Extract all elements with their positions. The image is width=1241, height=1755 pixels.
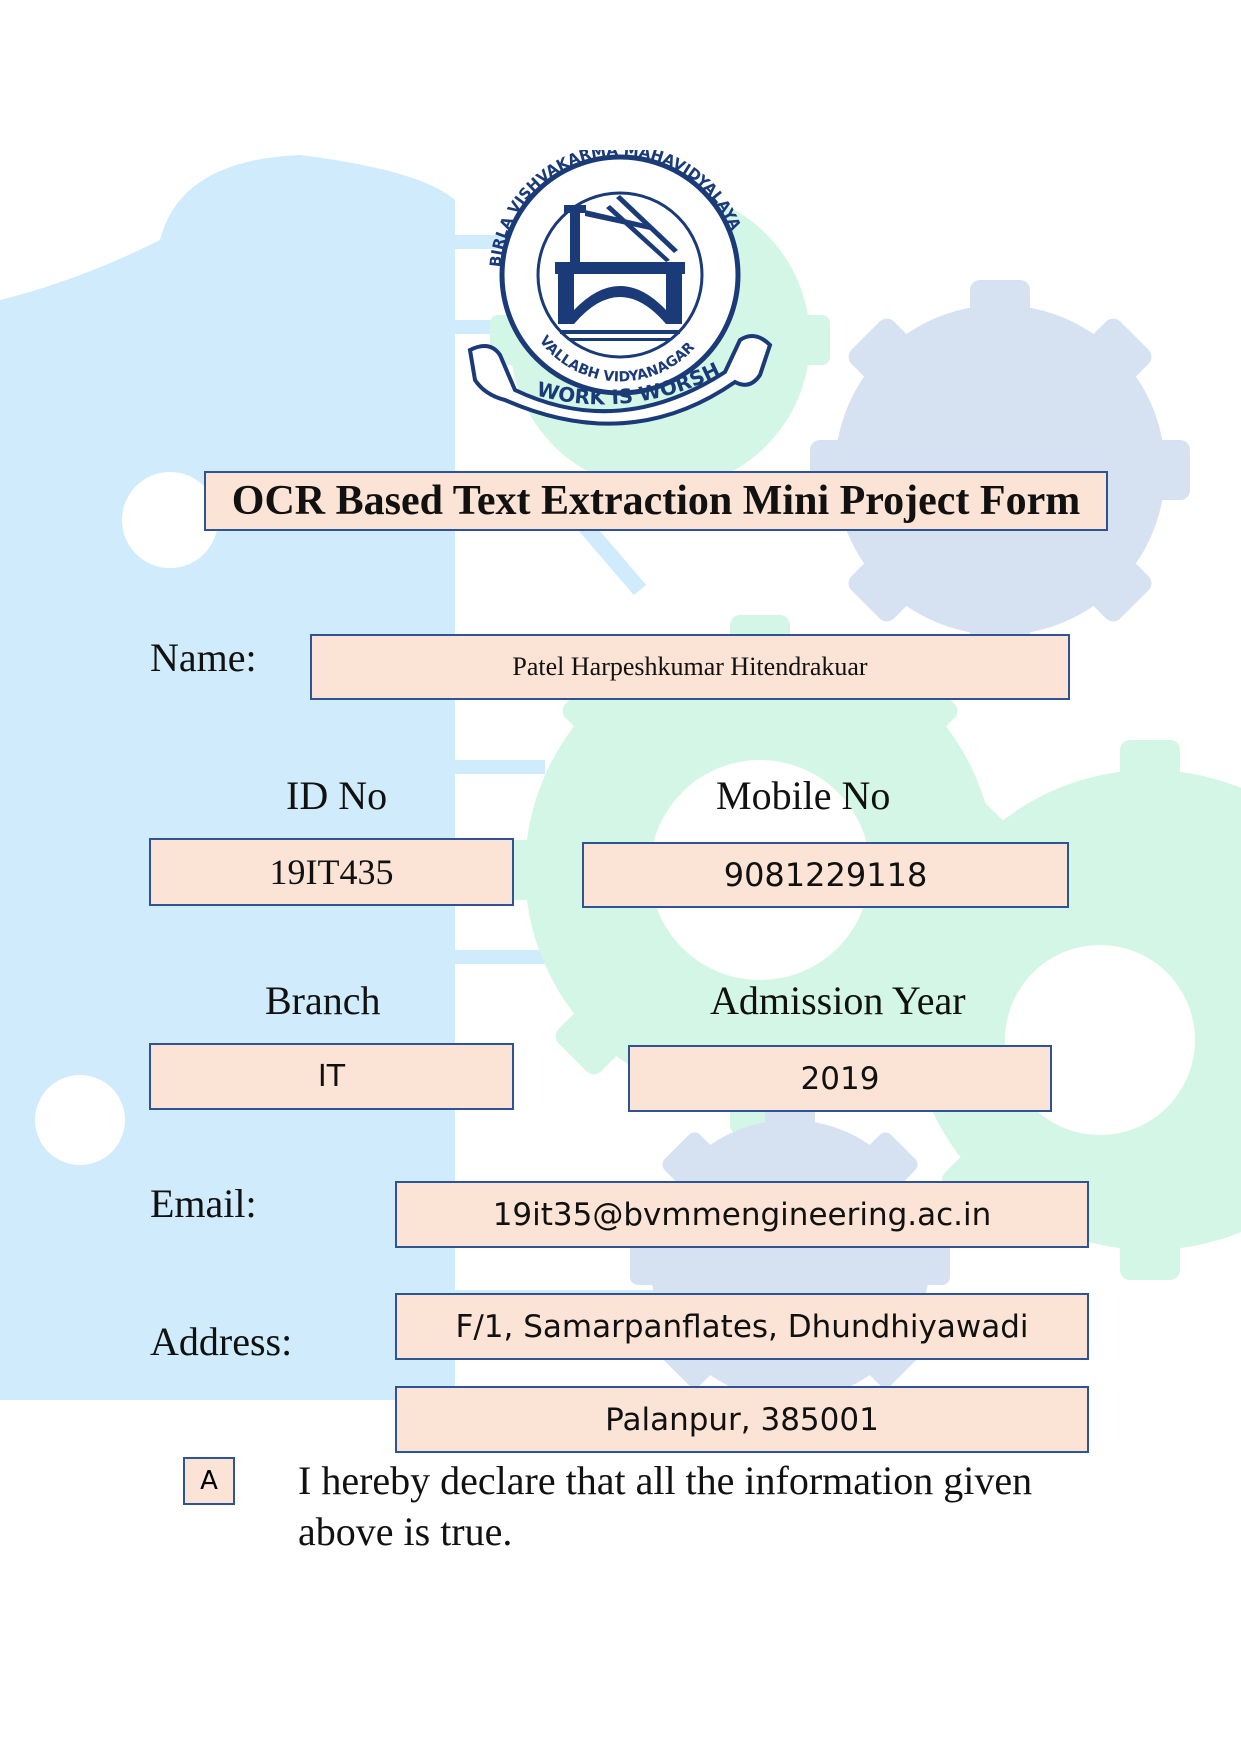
address-line2-field[interactable]: Palanpur, 385001 (395, 1386, 1089, 1453)
admission-year-field[interactable]: 2019 (628, 1045, 1052, 1112)
grey-gear-bottom (630, 1100, 950, 1420)
id-field[interactable]: 19IT435 (149, 838, 514, 906)
id-label: ID No (286, 773, 388, 818)
email-field[interactable]: 19it35@bvmmengineering.ac.in (395, 1181, 1089, 1248)
circuit-node (35, 1075, 125, 1165)
grey-gear-top-right (810, 280, 1190, 660)
address-line1-field[interactable]: F/1, Samarpanflates, Dhundhiyawadi (395, 1293, 1089, 1360)
address-label: Address: (150, 1319, 293, 1364)
form-title: OCR Based Text Extraction Mini Project F… (204, 471, 1108, 531)
branch-field[interactable]: IT (149, 1043, 514, 1110)
admission-year-label: Admission Year (710, 978, 966, 1023)
email-label: Email: (150, 1181, 257, 1226)
name-field[interactable]: Patel Harpeshkumar Hitendrakuar (310, 634, 1070, 700)
mobile-label: Mobile No (716, 773, 891, 818)
mobile-field[interactable]: 9081229118 (582, 842, 1069, 908)
name-label: Name: (150, 635, 257, 680)
declaration-text: I hereby declare that all the informatio… (298, 1458, 1033, 1554)
circuit-trace (455, 760, 545, 774)
branch-label: Branch (265, 978, 381, 1023)
circuit-node (50, 1195, 130, 1275)
college-logo: BIRLA VISHVAKARMA MAHAVIDYALAYA VALLABH … (460, 150, 773, 426)
declaration-checkbox[interactable]: A (183, 1457, 235, 1505)
